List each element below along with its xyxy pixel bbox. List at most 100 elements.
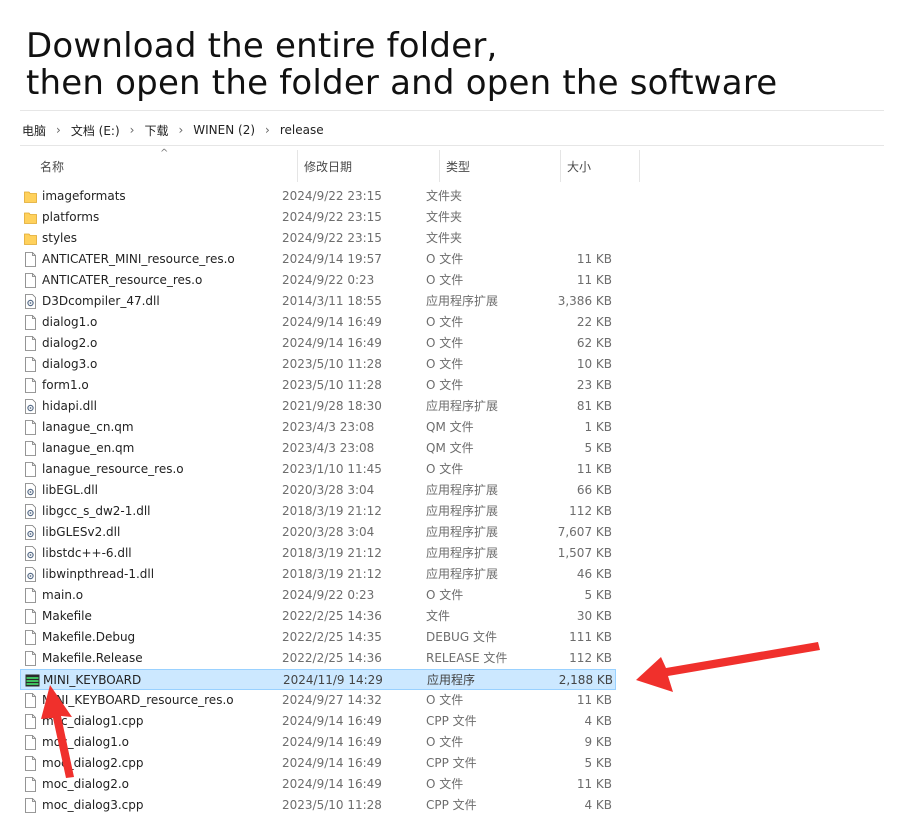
- file-row[interactable]: moc_dialog3.cpp 2023/5/10 11:28 CPP 文件 4 KB: [20, 795, 616, 816]
- file-date: 2023/5/10 11:28: [282, 357, 382, 371]
- file-date: 2024/9/22 0:23: [282, 273, 375, 287]
- file-date: 2024/9/14 19:57: [282, 252, 382, 266]
- file-icon: [24, 315, 37, 330]
- file-row[interactable]: moc_dialog1.cpp 2024/9/14 16:49 CPP 文件 4 KB: [20, 711, 616, 732]
- file-row[interactable]: styles 2024/9/22 23:15 文件夹: [20, 228, 616, 249]
- file-size: 23 KB: [576, 378, 612, 392]
- chevron-right-icon[interactable]: ›: [257, 123, 278, 137]
- file-date: 2024/9/14 16:49: [282, 756, 382, 770]
- file-name: form1.o: [42, 378, 89, 392]
- file-name: libEGL.dll: [42, 483, 98, 497]
- file-date: 2024/9/22 23:15: [282, 189, 382, 203]
- file-row[interactable]: hidapi.dll 2021/9/28 18:30 应用程序扩展 81 KB: [20, 396, 616, 417]
- file-date: 2014/3/11 18:55: [282, 294, 382, 308]
- dll-icon: [24, 525, 37, 540]
- file-date: 2021/9/28 18:30: [282, 399, 382, 413]
- file-name: imageformats: [42, 189, 126, 203]
- breadcrumb-item-downloads[interactable]: 下载: [142, 122, 170, 139]
- file-name: ANTICATER_MINI_resource_res.o: [42, 252, 235, 266]
- chevron-right-icon[interactable]: ›: [122, 123, 143, 137]
- file-row[interactable]: Makefile.Debug 2022/2/25 14:35 DEBUG 文件 111…: [20, 627, 616, 648]
- file-size: 30 KB: [576, 609, 612, 623]
- file-type: CPP 文件: [426, 714, 477, 728]
- file-size: 7,607 KB: [557, 525, 612, 539]
- file-row[interactable]: platforms 2024/9/22 23:15 文件夹: [20, 207, 616, 228]
- file-name: dialog1.o: [42, 315, 98, 329]
- file-row[interactable]: Makefile.Release 2022/2/25 14:36 RELEASE 文…: [20, 648, 616, 669]
- file-size: 11 KB: [576, 252, 612, 266]
- file-row[interactable]: lanague_en.qm 2023/4/3 23:08 QM 文件 5 KB: [20, 438, 616, 459]
- file-size: 3,386 KB: [557, 294, 612, 308]
- file-name: Makefile: [42, 609, 92, 623]
- file-date: 2022/2/25 14:36: [282, 651, 382, 665]
- file-type: 应用程序扩展: [426, 483, 499, 497]
- file-row[interactable]: lanague_resource_res.o 2023/1/10 11:45 O 文…: [20, 459, 616, 480]
- file-row[interactable]: imageformats 2024/9/22 23:15 文件夹: [20, 186, 616, 207]
- file-row[interactable]: moc_dialog2.cpp 2024/9/14 16:49 CPP 文件 5 KB: [20, 753, 616, 774]
- file-size: 11 KB: [576, 777, 612, 791]
- file-icon: [24, 777, 37, 792]
- file-type: 应用程序扩展: [426, 294, 499, 308]
- file-row[interactable]: form1.o 2023/5/10 11:28 O 文件 23 KB: [20, 375, 616, 396]
- file-row[interactable]: libwinpthread-1.dll 2018/3/19 21:12 应用程序扩展…: [20, 564, 616, 585]
- file-row[interactable]: libgcc_s_dw2-1.dll 2018/3/19 21:12 应用程序扩展 1…: [20, 501, 616, 522]
- file-row[interactable]: moc_dialog1.o 2024/9/14 16:49 O 文件 9 KB: [20, 732, 616, 753]
- file-date: 2022/2/25 14:36: [282, 609, 382, 623]
- file-row-selected[interactable]: MINI_KEYBOARD 2024/11/9 14:29 应用程序 2,188 KB: [20, 669, 616, 690]
- chevron-right-icon[interactable]: ›: [48, 123, 69, 137]
- file-row[interactable]: MINI_KEYBOARD_resource_res.o 2024/9/27 14…: [20, 690, 616, 711]
- file-row[interactable]: Makefile 2022/2/25 14:36 文件 30 KB: [20, 606, 616, 627]
- breadcrumb-item-pc[interactable]: 电脑: [20, 122, 48, 139]
- file-date: 2024/9/14 16:49: [282, 336, 382, 350]
- file-row[interactable]: ANTICATER_MINI_resource_res.o 2024/9/14 1…: [20, 249, 616, 270]
- file-name: hidapi.dll: [42, 399, 97, 413]
- chevron-right-icon[interactable]: ›: [170, 123, 191, 137]
- file-date: 2023/1/10 11:45: [282, 462, 382, 476]
- file-row[interactable]: dialog2.o 2024/9/14 16:49 O 文件 62 KB: [20, 333, 616, 354]
- headline-line-2: then open the folder and open the softwa…: [26, 63, 778, 103]
- column-header-size[interactable]: 大小: [560, 150, 640, 182]
- file-icon: [24, 588, 37, 603]
- file-date: 2018/3/19 21:12: [282, 546, 382, 560]
- file-size: 81 KB: [576, 399, 612, 413]
- file-icon: [24, 252, 37, 267]
- file-type: 文件: [426, 609, 451, 623]
- app-icon: [25, 673, 40, 688]
- file-icon: [24, 630, 37, 645]
- file-name: libwinpthread-1.dll: [42, 567, 155, 581]
- file-row[interactable]: dialog1.o 2024/9/14 16:49 O 文件 22 KB: [20, 312, 616, 333]
- file-row[interactable]: libstdc++-6.dll 2018/3/19 21:12 应用程序扩展 1,50…: [20, 543, 616, 564]
- headline-line-1: Download the entire folder,: [26, 26, 498, 66]
- file-type: DEBUG 文件: [426, 630, 497, 644]
- column-header-name[interactable]: 名称: [34, 150, 311, 182]
- instruction-headline: Download the entire folder, then open th…: [26, 28, 777, 102]
- file-row[interactable]: moc_dialog2.o 2024/9/14 16:49 O 文件 11 KB: [20, 774, 616, 795]
- file-size: 22 KB: [576, 315, 612, 329]
- file-name: libgcc_s_dw2-1.dll: [42, 504, 151, 518]
- file-type: CPP 文件: [426, 756, 477, 770]
- file-type: O 文件: [426, 378, 464, 392]
- dll-icon: [24, 546, 37, 561]
- breadcrumb-item-winen[interactable]: WINEN (2): [191, 123, 257, 137]
- column-header-type[interactable]: 类型: [439, 150, 560, 182]
- breadcrumb-item-release[interactable]: release: [278, 123, 326, 137]
- file-row[interactable]: D3Dcompiler_47.dll 2014/3/11 18:55 应用程序扩展 3…: [20, 291, 616, 312]
- file-type: 文件夹: [426, 210, 463, 224]
- file-name: moc_dialog2.cpp: [42, 756, 144, 770]
- file-row[interactable]: main.o 2024/9/22 0:23 O 文件 5 KB: [20, 585, 616, 606]
- column-header-date[interactable]: 修改日期: [297, 150, 439, 182]
- breadcrumb: 电脑 › 文档 (E:) › 下载 › WINEN (2) › release: [20, 120, 326, 140]
- file-date: 2024/9/14 16:49: [282, 315, 382, 329]
- file-icon: [24, 693, 37, 708]
- file-row[interactable]: libEGL.dll 2020/3/28 3:04 应用程序扩展 66 KB: [20, 480, 616, 501]
- file-name: lanague_resource_res.o: [42, 462, 184, 476]
- file-type: CPP 文件: [426, 798, 477, 812]
- file-type: O 文件: [426, 777, 464, 791]
- file-row[interactable]: libGLESv2.dll 2020/3/28 3:04 应用程序扩展 7,607 K…: [20, 522, 616, 543]
- file-row[interactable]: ANTICATER_resource_res.o 2024/9/22 0:23 O …: [20, 270, 616, 291]
- breadcrumb-item-drive[interactable]: 文档 (E:): [69, 122, 122, 139]
- folder-icon: [24, 189, 37, 204]
- file-date: 2024/9/14 16:49: [282, 735, 382, 749]
- file-row[interactable]: lanague_cn.qm 2023/4/3 23:08 QM 文件 1 KB: [20, 417, 616, 438]
- file-row[interactable]: dialog3.o 2023/5/10 11:28 O 文件 10 KB: [20, 354, 616, 375]
